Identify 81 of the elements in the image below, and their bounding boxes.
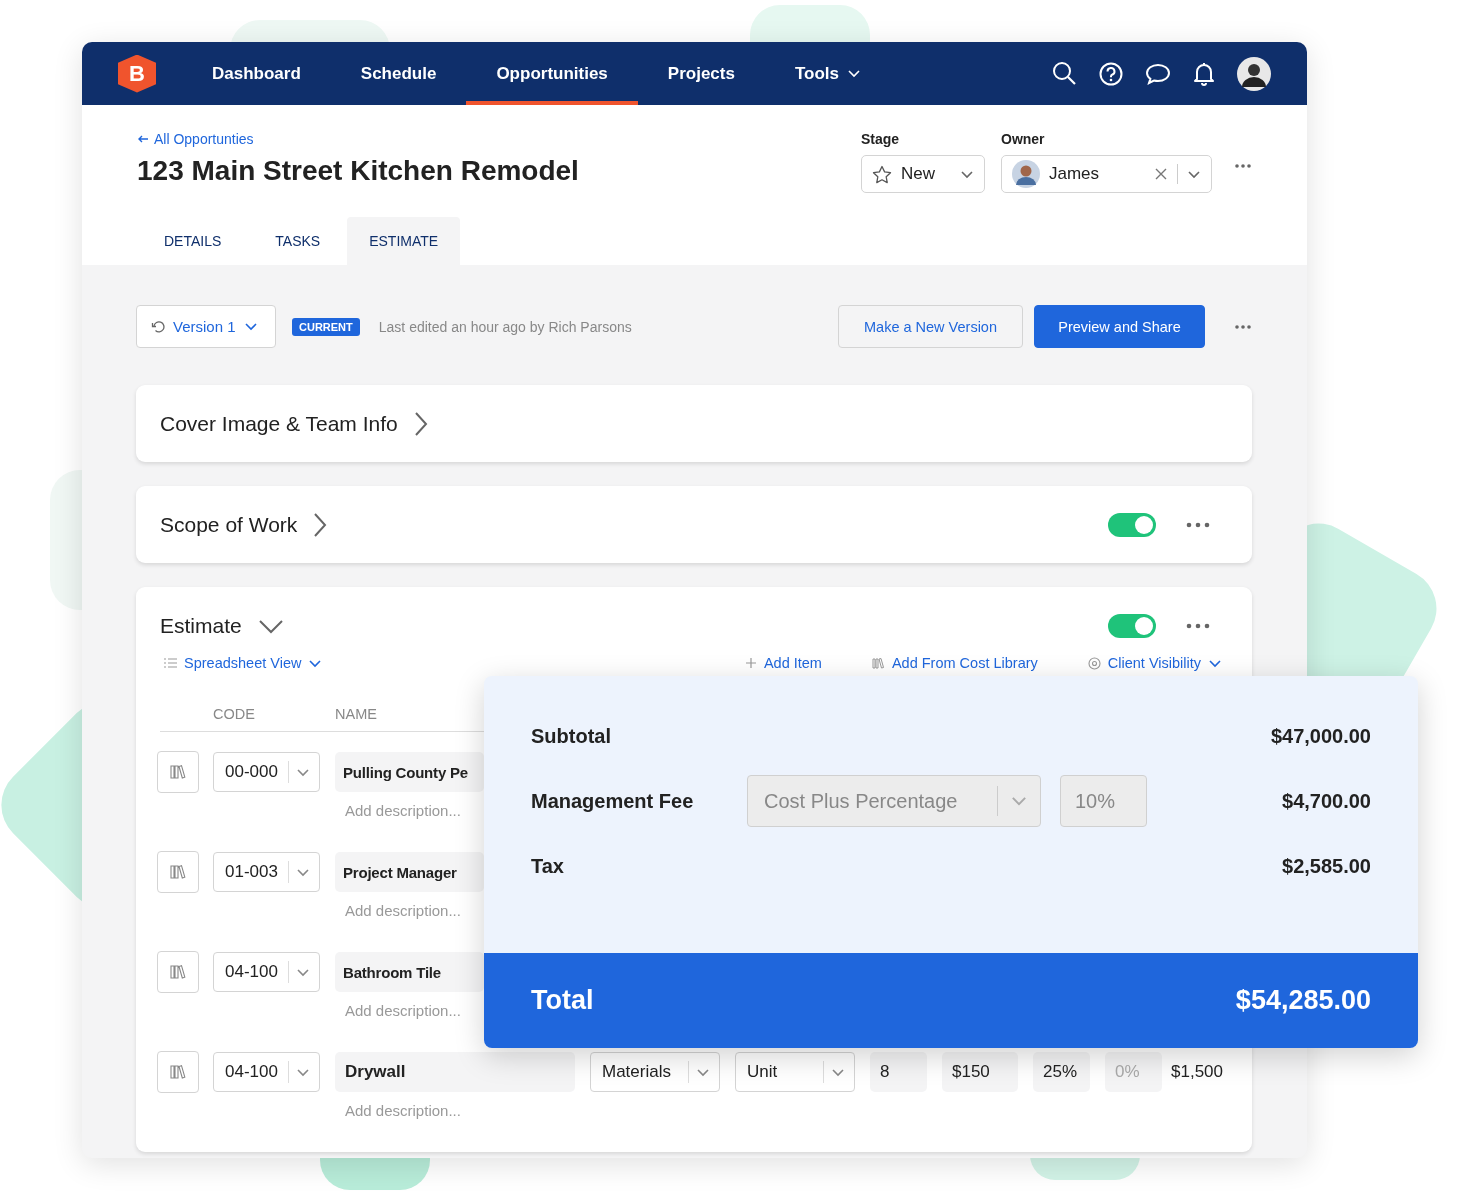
nav-item[interactable]: Tools xyxy=(764,42,891,105)
section-title[interactable]: Cover Image & Team Info xyxy=(160,411,398,436)
name-field[interactable]: Bathroom Tile xyxy=(335,952,484,992)
view-dropdown[interactable]: Spreadsheet View xyxy=(164,655,323,671)
unit-dropdown[interactable]: Unit xyxy=(735,1052,855,1092)
summary-amount: $2,585.00 xyxy=(1282,854,1371,878)
more-icon[interactable] xyxy=(1186,622,1210,629)
action-link[interactable]: Client Visibility xyxy=(1087,655,1222,671)
code-dropdown[interactable]: 01-003 xyxy=(213,852,320,892)
avatar-icon xyxy=(1012,160,1040,188)
tab[interactable]: ESTIMATE xyxy=(347,217,461,265)
total-amount: $54,285.00 xyxy=(1235,985,1371,1016)
quantity-field[interactable]: 8 xyxy=(870,1052,927,1092)
field-label: Stage xyxy=(861,131,901,147)
list-icon xyxy=(164,657,177,669)
back-arrow-icon xyxy=(137,134,149,144)
more-icon[interactable] xyxy=(1234,323,1252,330)
total-label: Total xyxy=(531,985,594,1016)
cost-library-button[interactable] xyxy=(157,951,199,993)
more-icon[interactable] xyxy=(1234,163,1252,169)
summary-label: Management Fee xyxy=(531,789,695,813)
chevron-right-icon[interactable] xyxy=(313,511,328,538)
owner-dropdown[interactable]: James xyxy=(1001,155,1212,193)
eye-icon xyxy=(1087,656,1101,670)
stage-dropdown[interactable]: New xyxy=(861,155,985,193)
column-header: CODE xyxy=(213,705,256,722)
summary-label: Tax xyxy=(531,854,565,878)
chat-icon[interactable] xyxy=(1145,61,1171,86)
caret-icon xyxy=(243,320,258,333)
visibility-toggle[interactable] xyxy=(1108,613,1156,638)
action-link[interactable]: Add From Cost Library xyxy=(871,655,1038,671)
section-title[interactable]: Scope of Work xyxy=(160,512,298,537)
last-edited-text: Last edited an hour ago by Rich Parsons xyxy=(378,318,633,335)
status-badge: CURRENT xyxy=(292,317,360,336)
books-icon xyxy=(170,764,186,780)
avatar-icon[interactable] xyxy=(1237,56,1271,91)
version-dropdown[interactable]: Version 1 xyxy=(136,305,276,348)
summary-label: Subtotal xyxy=(531,724,612,748)
name-field[interactable]: Project Manager xyxy=(335,852,484,892)
markup-field[interactable]: 25% xyxy=(1033,1052,1090,1092)
type-dropdown[interactable]: Materials xyxy=(590,1052,720,1092)
action-link[interactable]: Add Item xyxy=(744,655,822,671)
bell-icon[interactable] xyxy=(1193,61,1215,86)
nav-item[interactable]: Dashboard xyxy=(182,42,331,105)
column-header: NAME xyxy=(335,705,377,722)
help-icon[interactable] xyxy=(1099,61,1123,86)
cost-library-button[interactable] xyxy=(157,1051,199,1093)
clear-icon[interactable] xyxy=(1154,167,1168,181)
section-title[interactable]: Estimate xyxy=(160,613,242,638)
name-field[interactable]: Drywall xyxy=(335,1052,575,1092)
tab[interactable]: TASKS xyxy=(248,217,348,265)
cost-library-button[interactable] xyxy=(157,751,199,793)
star-icon xyxy=(872,164,892,184)
row-total: $1,500 xyxy=(1171,1061,1223,1083)
more-icon[interactable] xyxy=(1186,521,1210,528)
chevron-down-icon[interactable] xyxy=(257,617,284,634)
search-icon[interactable] xyxy=(1052,61,1077,86)
field-label: Owner xyxy=(1001,131,1046,147)
name-field[interactable]: Pulling County Pe xyxy=(335,752,484,792)
nav-item[interactable]: Schedule xyxy=(330,42,467,105)
unit-cost-field[interactable]: $150 xyxy=(942,1052,1018,1092)
code-dropdown[interactable]: 04-100 xyxy=(213,1052,320,1092)
summary-amount: $47,000.00 xyxy=(1270,724,1371,748)
books-icon xyxy=(170,1064,186,1080)
summary-amount: $4,700.00 xyxy=(1282,789,1371,813)
chevron-right-icon[interactable] xyxy=(413,410,428,437)
new-version-button[interactable]: Make a New Version xyxy=(838,305,1023,348)
cost-library-button[interactable] xyxy=(157,851,199,893)
code-dropdown[interactable]: 04-100 xyxy=(213,952,320,992)
plus-icon xyxy=(744,657,757,669)
preview-button[interactable]: Preview and Share xyxy=(1034,305,1205,348)
tab[interactable]: DETAILS xyxy=(137,217,249,265)
code-dropdown[interactable]: 00-000 xyxy=(213,752,320,792)
books-icon xyxy=(871,657,885,669)
back-link[interactable]: All Opportunties xyxy=(137,131,254,147)
history-icon xyxy=(151,319,165,334)
page-title: 123 Main Street Kitchen Remodel xyxy=(137,155,580,187)
books-icon xyxy=(170,964,186,980)
visibility-toggle[interactable] xyxy=(1108,512,1156,537)
nav-item[interactable]: Projects xyxy=(637,42,765,105)
books-icon xyxy=(170,864,186,880)
